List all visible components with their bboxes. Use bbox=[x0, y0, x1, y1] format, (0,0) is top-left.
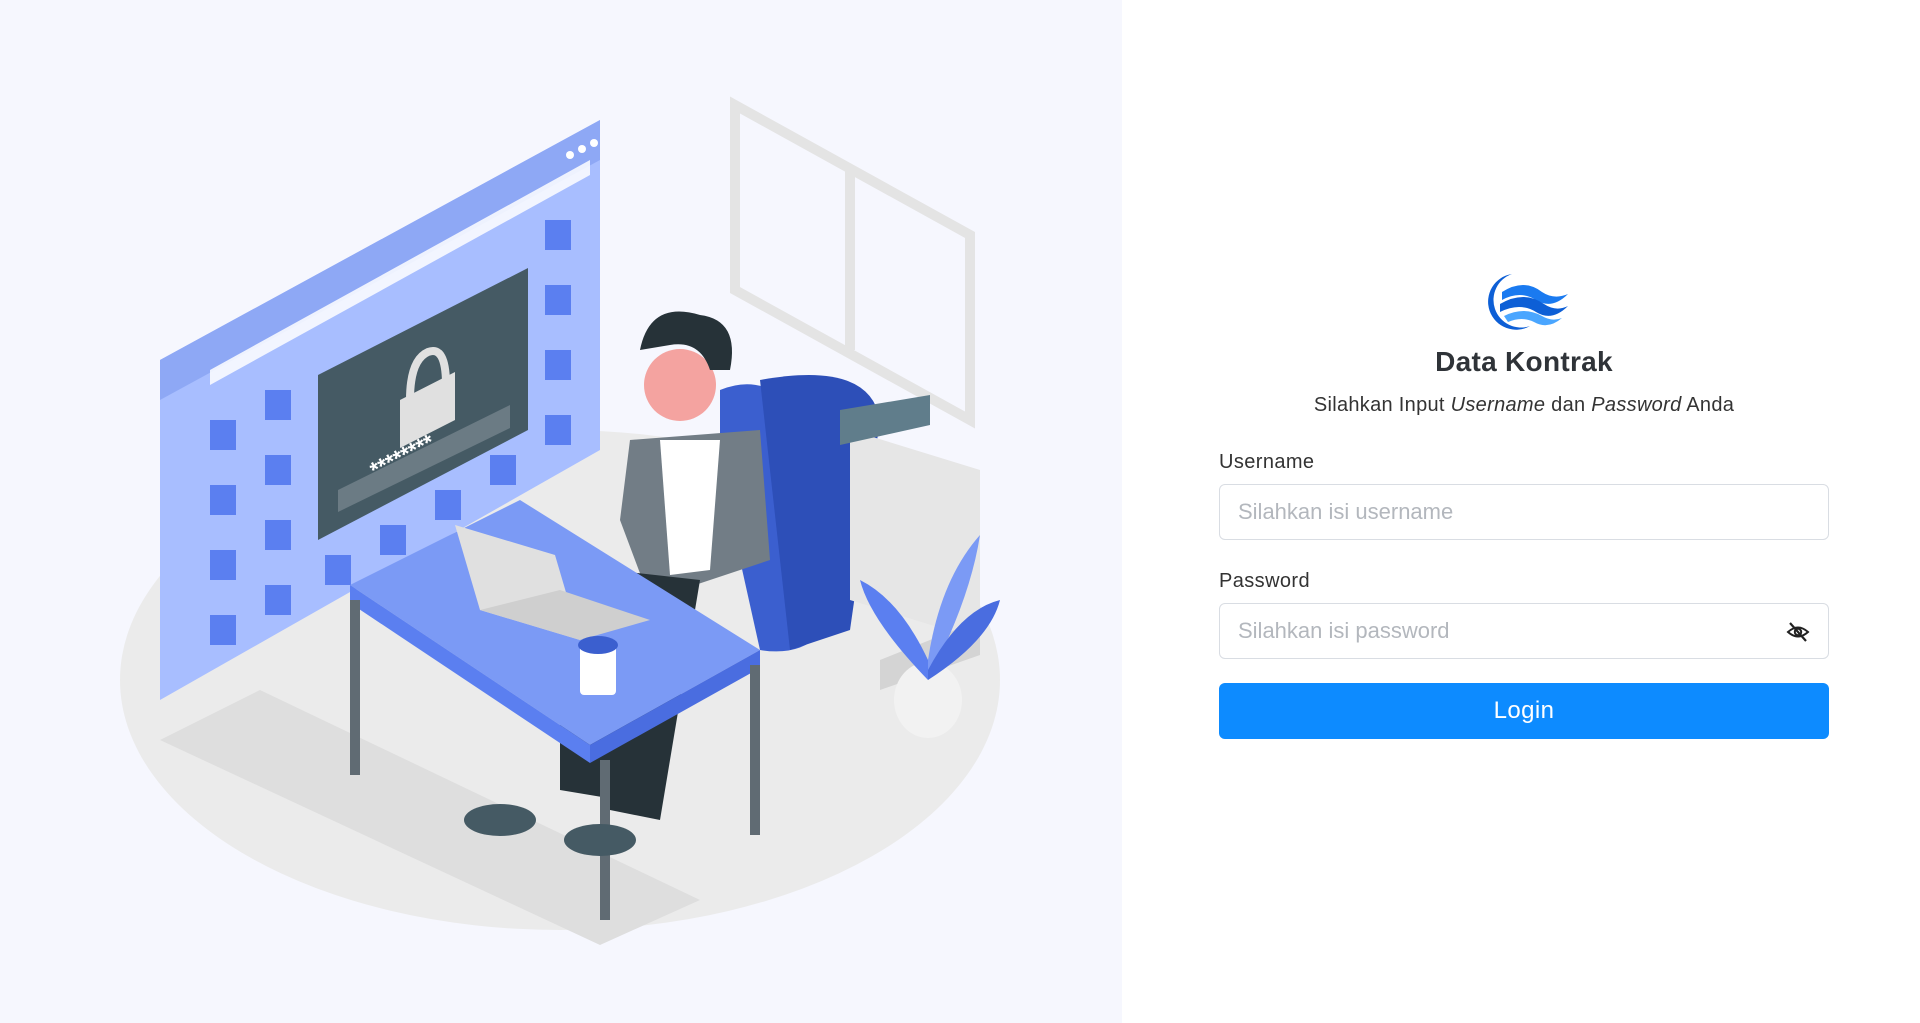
username-label: Username bbox=[1219, 451, 1315, 473]
eye-slash-icon[interactable] bbox=[1786, 620, 1810, 644]
subtitle-suffix: Anda bbox=[1681, 394, 1735, 416]
login-button[interactable]: Login bbox=[1219, 683, 1829, 739]
page-title: Data Kontrak bbox=[1435, 346, 1613, 377]
login-illustration: ******** bbox=[120, 96, 1000, 945]
password-field-wrapper bbox=[1219, 603, 1829, 659]
subtitle-prefix: Silahkan Input bbox=[1313, 394, 1451, 416]
password-input[interactable] bbox=[1220, 604, 1828, 658]
login-panel: Data Kontrak Silahkan Input Username dan… bbox=[1122, 0, 1920, 1023]
illustration-panel: ******** bbox=[0, 0, 1122, 1023]
login-form: Data Kontrak Silahkan Input Username dan… bbox=[1219, 270, 1829, 739]
subtitle-middle: dan bbox=[1545, 394, 1592, 416]
subtitle-password-term: Password bbox=[1591, 394, 1682, 416]
username-field-wrapper bbox=[1219, 484, 1829, 540]
login-subtitle: Silahkan Input Username dan Password And… bbox=[1219, 394, 1829, 417]
subtitle-username-term: Username bbox=[1450, 394, 1546, 416]
password-label: Password bbox=[1219, 570, 1311, 592]
username-input[interactable] bbox=[1220, 485, 1828, 539]
wave-logo-icon bbox=[1488, 274, 1568, 330]
